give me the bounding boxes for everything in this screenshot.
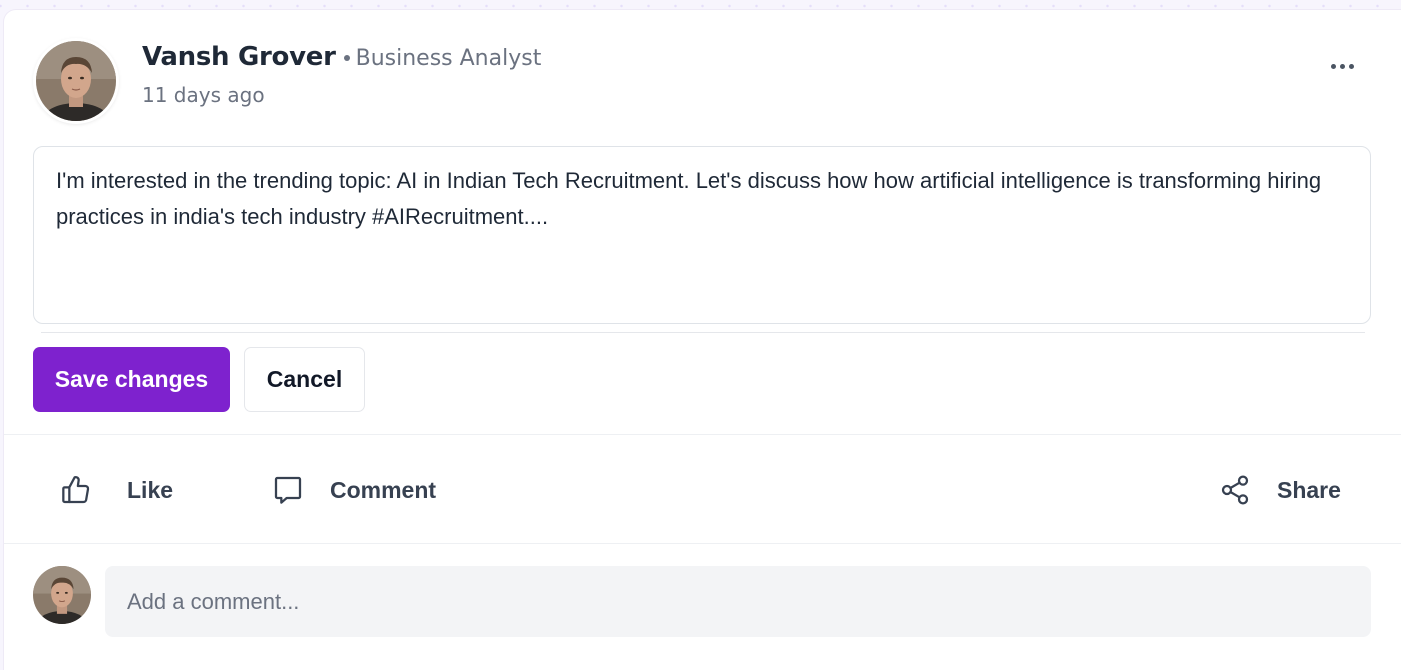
more-horizontal-icon (1330, 63, 1336, 69)
cancel-button[interactable]: Cancel (244, 347, 365, 412)
post-timestamp: 11 days ago (142, 83, 265, 107)
more-options-button[interactable] (1322, 54, 1362, 78)
editor-divider (41, 332, 1365, 333)
author-avatar[interactable] (36, 41, 116, 121)
share-button[interactable]: Share (1219, 468, 1341, 512)
add-comment-input[interactable] (105, 566, 1371, 637)
comment-button[interactable]: Comment (272, 468, 436, 512)
comment-label: Comment (330, 476, 437, 503)
author-name[interactable]: Vansh Grover (142, 42, 336, 72)
post-header: Vansh Grover Business Analyst 11 days ago (4, 10, 1401, 140)
thumbs-up-icon (60, 474, 92, 506)
more-horizontal-icon-dot (1339, 63, 1345, 69)
post-edit-textarea[interactable]: I'm interested in the trending topic: AI… (33, 146, 1371, 324)
author-avatar-image (36, 41, 116, 121)
share-icon (1219, 474, 1251, 506)
actions-bottom-divider (4, 543, 1401, 544)
share-label: Share (1277, 476, 1341, 503)
author-line: Vansh Grover Business Analyst (142, 42, 541, 72)
separator-dot (343, 54, 350, 61)
actions-top-divider (4, 434, 1401, 435)
chat-bubble-icon (272, 474, 304, 506)
post-card: Vansh Grover Business Analyst 11 days ago… (4, 10, 1401, 670)
current-user-avatar (33, 566, 91, 624)
save-changes-button[interactable]: Save changes (33, 347, 230, 412)
like-label: Like (127, 476, 174, 503)
more-horizontal-icon-dot (1348, 63, 1354, 69)
like-button[interactable]: Like (60, 468, 173, 512)
author-role: Business Analyst (355, 46, 542, 71)
current-user-avatar-image (33, 566, 91, 624)
